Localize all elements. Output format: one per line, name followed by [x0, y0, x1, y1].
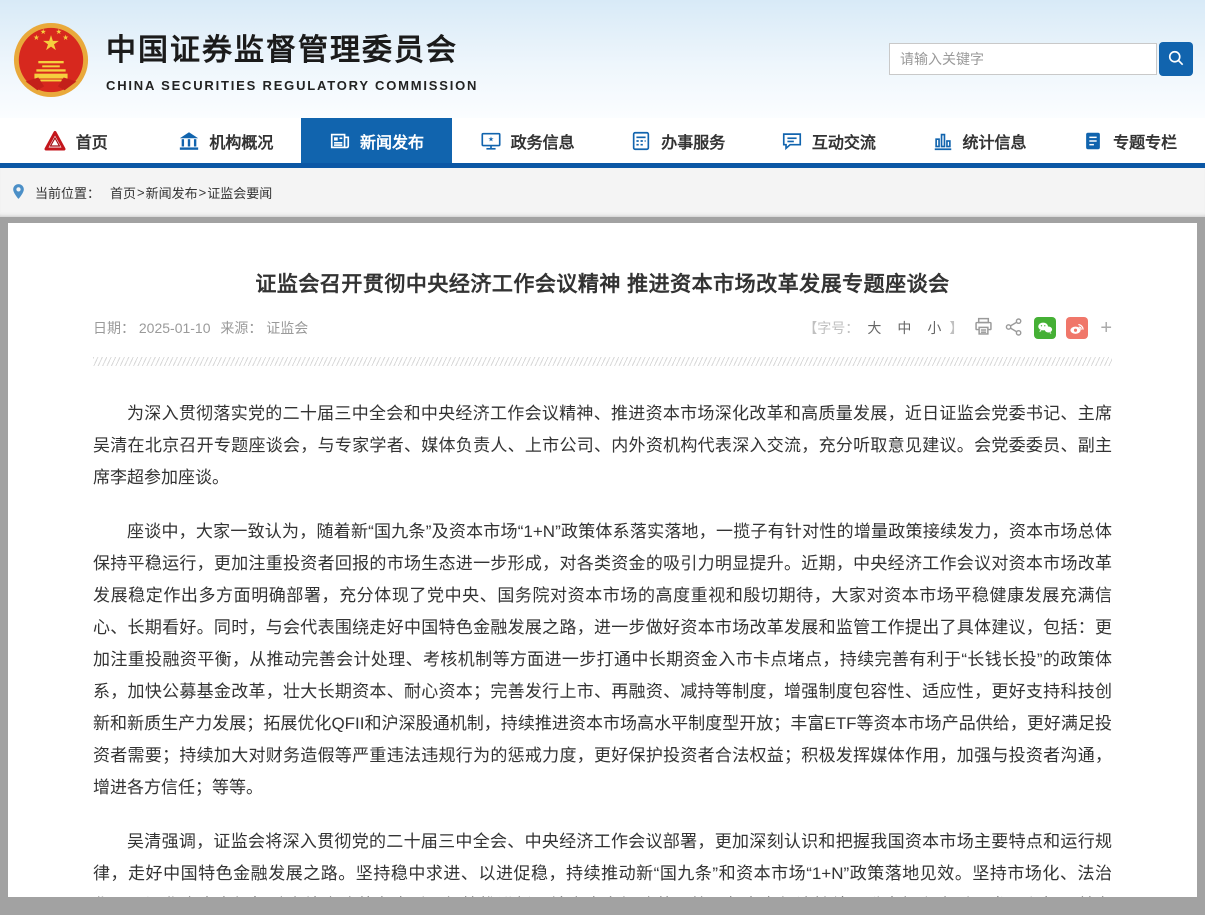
article-date: 2025-01-10 — [139, 320, 211, 336]
nav-item-news[interactable]: 新闻发布 — [301, 118, 452, 163]
breadcrumb-news[interactable]: 新闻发布 — [146, 183, 198, 202]
article-card: 证监会召开贯彻中央经济工作会议精神 推进资本市场改革发展专题座谈会 日期： 20… — [8, 223, 1197, 897]
font-size-small-button[interactable]: 小 — [927, 318, 941, 338]
monitor-icon — [480, 130, 502, 152]
article-source: 证监会 — [266, 320, 308, 336]
newspaper-icon — [329, 130, 351, 152]
share-button[interactable] — [1004, 317, 1024, 340]
bar-chart-icon — [932, 130, 954, 152]
breadcrumb-home[interactable]: 首页 — [110, 183, 136, 202]
wechat-share-button[interactable] — [1034, 317, 1056, 339]
article-title: 证监会召开贯彻中央经济工作会议精神 推进资本市场改革发展专题座谈会 — [93, 268, 1112, 298]
font-size-medium-button[interactable]: 中 — [897, 318, 911, 338]
printer-icon — [973, 316, 994, 340]
nav-item-about[interactable]: 机构概况 — [151, 118, 302, 163]
site-subtitle: CHINA SECURITIES REGULATORY COMMISSION — [106, 78, 478, 93]
list-icon — [630, 130, 652, 152]
source-label: 来源： — [220, 320, 262, 336]
search-icon — [1166, 48, 1186, 71]
site-search — [889, 42, 1193, 76]
national-emblem-logo — [12, 21, 90, 99]
bank-icon — [178, 130, 200, 152]
font-size-large-button[interactable]: 大 — [867, 318, 881, 338]
article-paragraph: 为深入贯彻落实党的二十届三中全会和中央经济工作会议精神、推进资本市场深化改革和高… — [93, 398, 1112, 494]
nav-item-statistics[interactable]: 统计信息 — [904, 118, 1055, 163]
breadcrumb: 当前位置： 首页 > 新闻发布 > 证监会要闻 — [0, 168, 1205, 217]
breadcrumb-csrc-news[interactable]: 证监会要闻 — [207, 183, 272, 202]
print-button[interactable] — [973, 316, 994, 340]
page-background: 证监会召开贯彻中央经济工作会议精神 推进资本市场改革发展专题座谈会 日期： 20… — [0, 217, 1205, 910]
article-meta-left: 日期： 2025-01-10 来源： 证监会 — [93, 318, 308, 338]
breadcrumb-separator: > — [199, 185, 207, 200]
article-paragraph: 吴清强调，证监会将深入贯彻党的二十届三中全会、中央经济工作会议部署，更加深刻认识… — [93, 826, 1112, 897]
nav-item-gov-info[interactable]: 政务信息 — [452, 118, 603, 163]
font-size-label: 【字号： — [803, 318, 859, 338]
csrc-logo-icon — [43, 129, 67, 153]
site-header: 中国证券监督管理委员会 CHINA SECURITIES REGULATORY … — [0, 0, 1205, 118]
location-pin-icon — [10, 183, 27, 203]
font-size-label-end: 】 — [949, 318, 963, 338]
share-icon — [1004, 317, 1024, 340]
article-meta: 日期： 2025-01-10 来源： 证监会 【字号： 大 中 小 】 — [93, 316, 1112, 340]
weibo-icon — [1066, 317, 1088, 339]
site-title: 中国证券监督管理委员会 — [106, 25, 478, 69]
nav-item-interaction[interactable]: 互动交流 — [753, 118, 904, 163]
document-icon — [1082, 130, 1104, 152]
article-meta-right: 【字号： 大 中 小 】 — [803, 316, 1112, 340]
breadcrumb-separator: > — [137, 185, 145, 200]
search-input[interactable] — [889, 43, 1157, 75]
breadcrumb-label: 当前位置： — [35, 183, 100, 202]
search-button[interactable] — [1159, 42, 1193, 76]
more-share-button[interactable]: + — [1100, 318, 1112, 338]
chat-icon — [781, 130, 803, 152]
nav-item-special-topics[interactable]: 专题专栏 — [1054, 118, 1205, 163]
article-body: 为深入贯彻落实党的二十届三中全会和中央经济工作会议精神、推进资本市场深化改革和高… — [93, 398, 1112, 897]
hatched-divider — [93, 357, 1112, 366]
nav-item-home[interactable]: 首页 — [0, 118, 151, 163]
wechat-icon — [1034, 317, 1056, 339]
article-paragraph: 座谈中，大家一致认为，随着新“国九条”及资本市场“1+N”政策体系落实落地，一揽… — [93, 516, 1112, 804]
date-label: 日期： — [93, 320, 135, 336]
weibo-share-button[interactable] — [1066, 317, 1088, 339]
main-nav: 首页 机构概况 新闻发布 — [0, 118, 1205, 168]
nav-item-services[interactable]: 办事服务 — [603, 118, 754, 163]
